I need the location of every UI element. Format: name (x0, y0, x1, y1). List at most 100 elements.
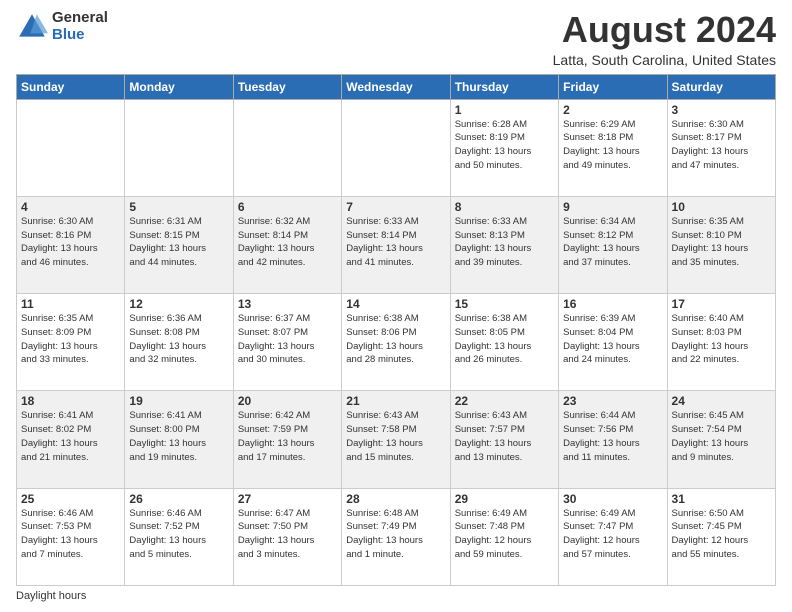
daylight-hours-label: Daylight hours (16, 590, 86, 602)
subtitle: Latta, South Carolina, United States (553, 52, 776, 68)
day-info: Sunrise: 6:43 AM Sunset: 7:58 PM Dayligh… (346, 409, 445, 464)
calendar-cell: 10Sunrise: 6:35 AM Sunset: 8:10 PM Dayli… (667, 196, 775, 293)
day-info: Sunrise: 6:34 AM Sunset: 8:12 PM Dayligh… (563, 215, 662, 270)
calendar-cell (125, 99, 233, 196)
day-number: 10 (672, 200, 771, 214)
day-number: 4 (21, 200, 120, 214)
day-number: 12 (129, 297, 228, 311)
calendar-header-row: SundayMondayTuesdayWednesdayThursdayFrid… (17, 74, 776, 99)
day-info: Sunrise: 6:30 AM Sunset: 8:16 PM Dayligh… (21, 215, 120, 270)
day-info: Sunrise: 6:36 AM Sunset: 8:08 PM Dayligh… (129, 312, 228, 367)
day-info: Sunrise: 6:41 AM Sunset: 8:02 PM Dayligh… (21, 409, 120, 464)
calendar-cell (233, 99, 341, 196)
day-number: 27 (238, 492, 337, 506)
day-number: 13 (238, 297, 337, 311)
calendar-cell: 28Sunrise: 6:48 AM Sunset: 7:49 PM Dayli… (342, 488, 450, 585)
calendar-cell: 5Sunrise: 6:31 AM Sunset: 8:15 PM Daylig… (125, 196, 233, 293)
day-info: Sunrise: 6:50 AM Sunset: 7:45 PM Dayligh… (672, 507, 771, 562)
logo-icon (16, 11, 48, 43)
day-number: 31 (672, 492, 771, 506)
day-info: Sunrise: 6:29 AM Sunset: 8:18 PM Dayligh… (563, 118, 662, 173)
day-number: 21 (346, 394, 445, 408)
day-number: 1 (455, 103, 554, 117)
day-info: Sunrise: 6:44 AM Sunset: 7:56 PM Dayligh… (563, 409, 662, 464)
day-number: 20 (238, 394, 337, 408)
day-info: Sunrise: 6:37 AM Sunset: 8:07 PM Dayligh… (238, 312, 337, 367)
day-info: Sunrise: 6:49 AM Sunset: 7:48 PM Dayligh… (455, 507, 554, 562)
calendar-cell: 23Sunrise: 6:44 AM Sunset: 7:56 PM Dayli… (559, 391, 667, 488)
calendar-cell: 30Sunrise: 6:49 AM Sunset: 7:47 PM Dayli… (559, 488, 667, 585)
day-number: 16 (563, 297, 662, 311)
logo-general-text: General (52, 10, 108, 27)
calendar-cell: 14Sunrise: 6:38 AM Sunset: 8:06 PM Dayli… (342, 294, 450, 391)
day-info: Sunrise: 6:45 AM Sunset: 7:54 PM Dayligh… (672, 409, 771, 464)
calendar-cell: 11Sunrise: 6:35 AM Sunset: 8:09 PM Dayli… (17, 294, 125, 391)
logo: General Blue (16, 10, 108, 43)
day-number: 8 (455, 200, 554, 214)
day-number: 26 (129, 492, 228, 506)
day-number: 24 (672, 394, 771, 408)
calendar-cell: 20Sunrise: 6:42 AM Sunset: 7:59 PM Dayli… (233, 391, 341, 488)
calendar-cell: 31Sunrise: 6:50 AM Sunset: 7:45 PM Dayli… (667, 488, 775, 585)
calendar-cell: 24Sunrise: 6:45 AM Sunset: 7:54 PM Dayli… (667, 391, 775, 488)
calendar-day-header: Sunday (17, 74, 125, 99)
calendar-cell: 22Sunrise: 6:43 AM Sunset: 7:57 PM Dayli… (450, 391, 558, 488)
day-info: Sunrise: 6:33 AM Sunset: 8:14 PM Dayligh… (346, 215, 445, 270)
calendar-week-row: 25Sunrise: 6:46 AM Sunset: 7:53 PM Dayli… (17, 488, 776, 585)
day-number: 5 (129, 200, 228, 214)
calendar-day-header: Thursday (450, 74, 558, 99)
calendar-day-header: Friday (559, 74, 667, 99)
day-number: 9 (563, 200, 662, 214)
day-number: 2 (563, 103, 662, 117)
calendar-cell (17, 99, 125, 196)
calendar-cell: 7Sunrise: 6:33 AM Sunset: 8:14 PM Daylig… (342, 196, 450, 293)
calendar-cell: 2Sunrise: 6:29 AM Sunset: 8:18 PM Daylig… (559, 99, 667, 196)
calendar-day-header: Monday (125, 74, 233, 99)
calendar-cell: 1Sunrise: 6:28 AM Sunset: 8:19 PM Daylig… (450, 99, 558, 196)
calendar-week-row: 1Sunrise: 6:28 AM Sunset: 8:19 PM Daylig… (17, 99, 776, 196)
calendar-cell (342, 99, 450, 196)
day-number: 15 (455, 297, 554, 311)
day-info: Sunrise: 6:41 AM Sunset: 8:00 PM Dayligh… (129, 409, 228, 464)
day-info: Sunrise: 6:43 AM Sunset: 7:57 PM Dayligh… (455, 409, 554, 464)
day-number: 6 (238, 200, 337, 214)
calendar-cell: 9Sunrise: 6:34 AM Sunset: 8:12 PM Daylig… (559, 196, 667, 293)
day-info: Sunrise: 6:30 AM Sunset: 8:17 PM Dayligh… (672, 118, 771, 173)
day-info: Sunrise: 6:35 AM Sunset: 8:09 PM Dayligh… (21, 312, 120, 367)
day-info: Sunrise: 6:48 AM Sunset: 7:49 PM Dayligh… (346, 507, 445, 562)
day-number: 7 (346, 200, 445, 214)
day-info: Sunrise: 6:49 AM Sunset: 7:47 PM Dayligh… (563, 507, 662, 562)
calendar-cell: 12Sunrise: 6:36 AM Sunset: 8:08 PM Dayli… (125, 294, 233, 391)
calendar-cell: 15Sunrise: 6:38 AM Sunset: 8:05 PM Dayli… (450, 294, 558, 391)
day-info: Sunrise: 6:32 AM Sunset: 8:14 PM Dayligh… (238, 215, 337, 270)
day-number: 30 (563, 492, 662, 506)
day-number: 23 (563, 394, 662, 408)
calendar-cell: 4Sunrise: 6:30 AM Sunset: 8:16 PM Daylig… (17, 196, 125, 293)
title-block: August 2024 Latta, South Carolina, Unite… (553, 10, 776, 68)
day-number: 18 (21, 394, 120, 408)
day-number: 3 (672, 103, 771, 117)
calendar-week-row: 4Sunrise: 6:30 AM Sunset: 8:16 PM Daylig… (17, 196, 776, 293)
day-number: 28 (346, 492, 445, 506)
calendar-cell: 29Sunrise: 6:49 AM Sunset: 7:48 PM Dayli… (450, 488, 558, 585)
calendar-cell: 19Sunrise: 6:41 AM Sunset: 8:00 PM Dayli… (125, 391, 233, 488)
day-info: Sunrise: 6:31 AM Sunset: 8:15 PM Dayligh… (129, 215, 228, 270)
day-info: Sunrise: 6:33 AM Sunset: 8:13 PM Dayligh… (455, 215, 554, 270)
calendar-week-row: 11Sunrise: 6:35 AM Sunset: 8:09 PM Dayli… (17, 294, 776, 391)
day-info: Sunrise: 6:38 AM Sunset: 8:05 PM Dayligh… (455, 312, 554, 367)
day-number: 22 (455, 394, 554, 408)
day-number: 17 (672, 297, 771, 311)
day-number: 25 (21, 492, 120, 506)
calendar-cell: 26Sunrise: 6:46 AM Sunset: 7:52 PM Dayli… (125, 488, 233, 585)
calendar-day-header: Tuesday (233, 74, 341, 99)
day-info: Sunrise: 6:39 AM Sunset: 8:04 PM Dayligh… (563, 312, 662, 367)
day-info: Sunrise: 6:42 AM Sunset: 7:59 PM Dayligh… (238, 409, 337, 464)
day-number: 11 (21, 297, 120, 311)
day-info: Sunrise: 6:46 AM Sunset: 7:52 PM Dayligh… (129, 507, 228, 562)
footer: Daylight hours (16, 590, 776, 602)
logo-blue-text: Blue (52, 27, 108, 44)
calendar-week-row: 18Sunrise: 6:41 AM Sunset: 8:02 PM Dayli… (17, 391, 776, 488)
calendar-cell: 18Sunrise: 6:41 AM Sunset: 8:02 PM Dayli… (17, 391, 125, 488)
day-info: Sunrise: 6:40 AM Sunset: 8:03 PM Dayligh… (672, 312, 771, 367)
calendar-cell: 16Sunrise: 6:39 AM Sunset: 8:04 PM Dayli… (559, 294, 667, 391)
